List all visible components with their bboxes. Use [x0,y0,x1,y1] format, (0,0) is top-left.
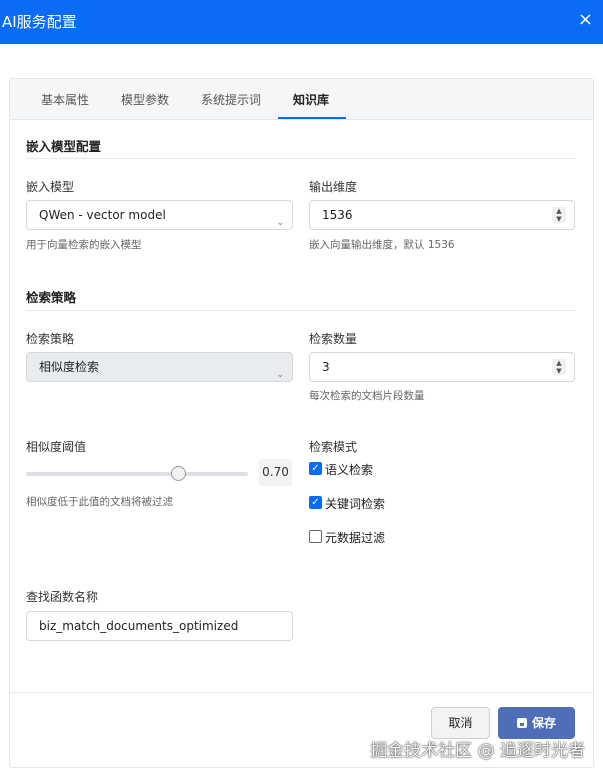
embedding-model-select[interactable]: QWen - vector model ⌄ [26,200,293,230]
watermark: 掘金技术社区 @ 追逐时光者 [370,741,585,761]
similarity-threshold-label: 相似度阈值 [26,440,87,454]
function-name-value: biz_match_documents_optimized [39,619,239,633]
semantic-search-checkbox[interactable]: ✓ [309,462,322,475]
keyword-search-checkbox[interactable]: ✓ [309,496,322,509]
cancel-button[interactable]: 取消 [431,707,490,739]
save-button-label: 保存 [531,716,556,730]
similarity-threshold-help: 相似度低于此值的文档将被过滤 [26,496,173,508]
retrieval-count-value: 3 [322,360,330,374]
save-icon [516,718,527,728]
embedding-model-value: QWen - vector model [39,208,166,222]
keyword-search-label: 关键词检索 [325,497,386,511]
retrieval-section-title: 检索策略 [26,290,77,305]
slider-thumb[interactable] [171,466,186,481]
output-dimension-input[interactable]: 1536 ▲ ▼ [309,200,575,230]
embedding-model-help: 用于向量检索的嵌入模型 [26,239,142,251]
tab-knowledge-base[interactable]: 知识库 [293,91,329,108]
retrieval-count-help: 每次检索的文档片段数量 [309,390,425,402]
footer-divider [10,692,593,693]
retrieval-strategy-label: 检索策略 [26,332,75,346]
tab-model-parameters[interactable]: 模型参数 [121,91,169,108]
stepper-icon[interactable]: ▲ ▼ [552,359,566,375]
section-divider [26,310,575,311]
retrieval-strategy-select[interactable]: 相似度检索 ⌄ [26,352,293,382]
function-name-input[interactable]: biz_match_documents_optimized [26,611,293,641]
retrieval-count-label: 检索数量 [309,332,358,346]
dialog-titlebar: AI服务配置 × [0,0,603,44]
tab-basic-properties[interactable]: 基本属性 [41,91,89,108]
function-name-label: 查找函数名称 [26,590,99,604]
metadata-filter-label: 元数据过滤 [325,531,386,545]
retrieval-strategy-value: 相似度检索 [39,360,100,374]
embedding-section-title: 嵌入模型配置 [26,139,102,154]
tab-system-prompt[interactable]: 系统提示词 [201,91,261,108]
retrieval-mode-label: 检索模式 [309,440,358,454]
save-button[interactable]: 保存 [498,707,575,739]
output-dimension-help: 嵌入向量输出维度，默认 1536 [309,239,455,251]
metadata-filter-checkbox[interactable] [309,530,322,543]
chevron-down-icon: ⌄ [276,218,284,228]
stepper-icon[interactable]: ▲ ▼ [552,207,566,223]
dialog-title: AI服务配置 [2,13,77,31]
embedding-model-label: 嵌入模型 [26,180,75,194]
close-icon[interactable]: × [578,9,593,31]
semantic-search-label: 语义检索 [325,463,374,477]
active-tab-indicator [278,117,346,119]
settings-panel: 基本属性 模型参数 系统提示词 知识库 嵌入模型配置 嵌入模型 QWen - v… [9,78,594,768]
section-divider [26,158,575,159]
chevron-down-icon: ⌄ [276,370,284,380]
output-dimension-label: 输出维度 [309,180,358,194]
tab-bar: 基本属性 模型参数 系统提示词 知识库 [10,79,593,120]
retrieval-count-input[interactable]: 3 ▲ ▼ [309,352,575,382]
similarity-threshold-slider[interactable] [26,472,248,476]
similarity-threshold-value: 0.70 [259,459,292,486]
output-dimension-value: 1536 [322,208,353,222]
